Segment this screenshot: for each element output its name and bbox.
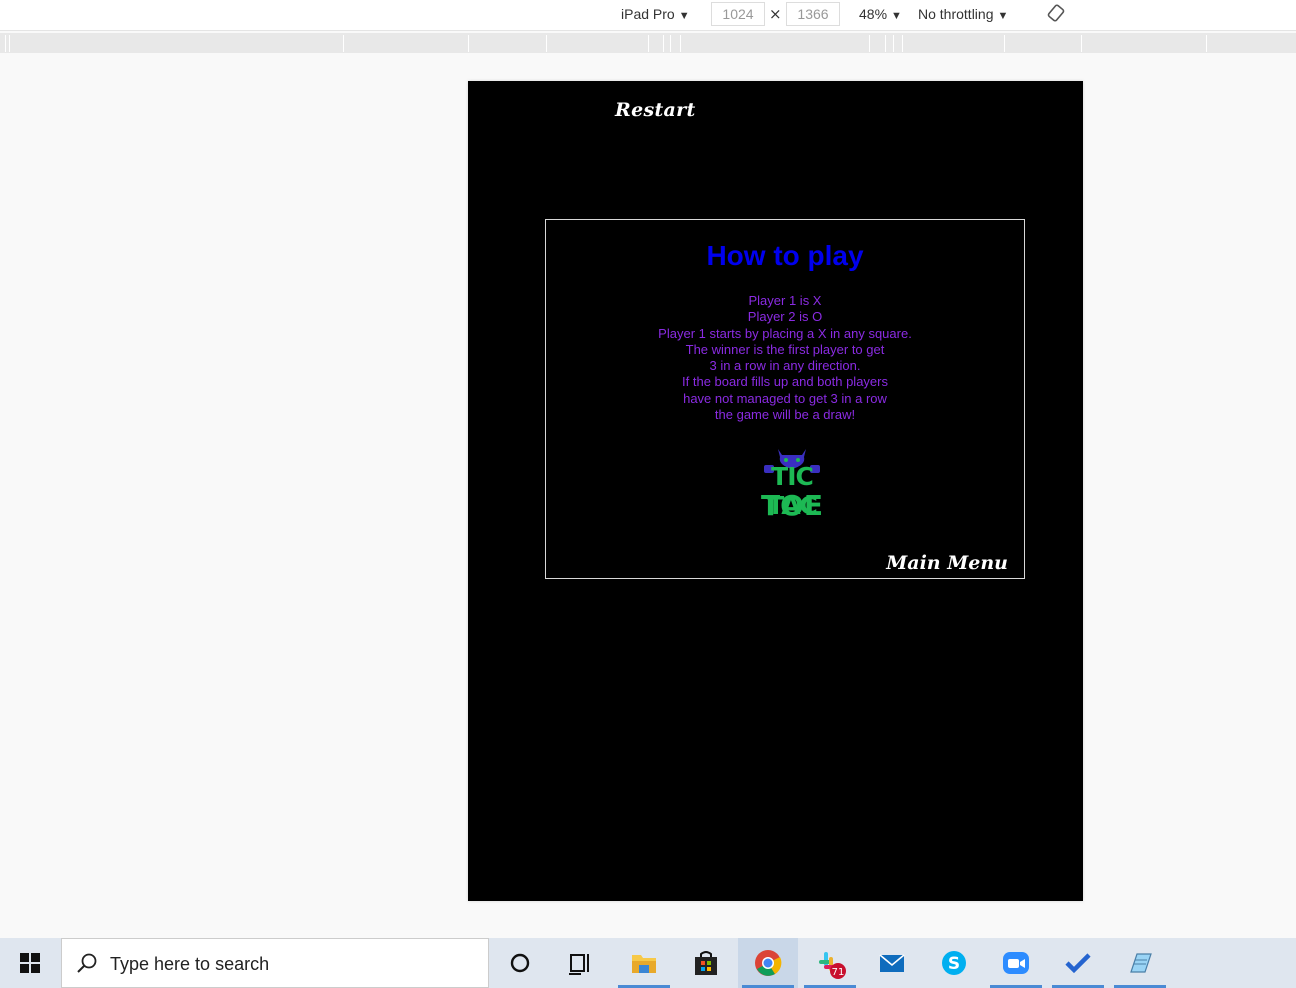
notepad-icon (1130, 953, 1152, 973)
svg-text:S: S (948, 954, 960, 974)
cortana-button[interactable] (490, 938, 550, 988)
device-label: iPad Pro (621, 6, 675, 22)
notepad-button[interactable] (1110, 938, 1170, 988)
search-icon (77, 953, 97, 973)
checkmark-icon (1065, 953, 1091, 974)
throttling-label: No throttling (918, 6, 994, 22)
slack-icon: 71 (819, 952, 846, 979)
start-button[interactable] (0, 938, 60, 988)
windows-icon (20, 953, 40, 973)
taskbar-search[interactable]: Type here to search (61, 938, 489, 988)
rule-line: Player 1 is X (748, 293, 822, 308)
rule-line: the game will be a draw! (714, 407, 856, 423)
slack-button[interactable]: 71 (800, 938, 860, 988)
height-input[interactable]: 1366 (786, 2, 840, 26)
mail-button[interactable] (862, 938, 922, 988)
how-to-play-modal: How to play Player 1 is X Player 2 is O … (545, 219, 1025, 579)
todo-button[interactable] (1048, 938, 1108, 988)
zoom-button[interactable] (986, 938, 1046, 988)
chevron-down-icon: ▼ (891, 10, 902, 22)
windows-taskbar: Type here to search 71 S (0, 938, 1296, 988)
zoom-select[interactable]: 48% ▼ (859, 6, 902, 22)
width-input[interactable]: 1024 (711, 2, 765, 26)
store-button[interactable] (676, 938, 736, 988)
task-view-icon (569, 954, 589, 975)
devtools-device-toolbar: iPad Pro ▼ 1024 × 1366 48% ▼ No throttling… (0, 0, 1296, 31)
chevron-down-icon: ▼ (678, 10, 690, 22)
device-select[interactable]: iPad Pro ▼ (621, 6, 690, 22)
modal-title: How to play (706, 240, 864, 271)
cortana-icon (510, 953, 530, 973)
tic-tac-toe-logo: TIC TAC TOE (744, 445, 840, 523)
media-query-ruler[interactable] (0, 33, 1296, 53)
file-explorer-button[interactable] (614, 938, 674, 988)
device-viewport: Restart How to play Player 1 is X Player… (468, 81, 1083, 901)
task-view-button[interactable] (550, 938, 610, 988)
rules-list: Player 1 is X Player 2 is O Player 1 sta… (546, 293, 1024, 423)
main-menu-button[interactable]: Main Menu (886, 552, 1008, 574)
rule-line: have not managed to get 3 in a row (683, 390, 887, 406)
logo-line-2: TOE (760, 489, 824, 522)
skype-icon: S (942, 951, 966, 975)
search-placeholder: Type here to search (110, 954, 270, 974)
rule-line: Player 1 starts by placing a X in any sq… (658, 325, 912, 341)
slack-badge-count: 71 (832, 967, 845, 978)
restart-button[interactable]: Restart (615, 99, 696, 121)
store-icon (695, 951, 717, 975)
rotate-icon[interactable] (1046, 3, 1066, 23)
zoom-label: 48% (859, 6, 888, 22)
zoom-icon (1003, 952, 1029, 974)
skype-button[interactable]: S (924, 938, 984, 988)
rule-line: If the board fills up and both players (682, 374, 888, 390)
chrome-button[interactable] (738, 938, 798, 988)
dimension-separator: × (769, 5, 782, 23)
rule-line: The winner is the first player to get (685, 341, 885, 357)
mail-icon (879, 954, 905, 972)
rule-line: 3 in a row in any direction. (709, 358, 861, 374)
chrome-icon (755, 950, 782, 976)
folder-icon (632, 955, 656, 973)
chevron-down-icon: ▼ (997, 10, 1009, 22)
rule-line: Player 2 is O (747, 309, 823, 325)
throttling-select[interactable]: No throttling ▼ (918, 6, 1008, 22)
